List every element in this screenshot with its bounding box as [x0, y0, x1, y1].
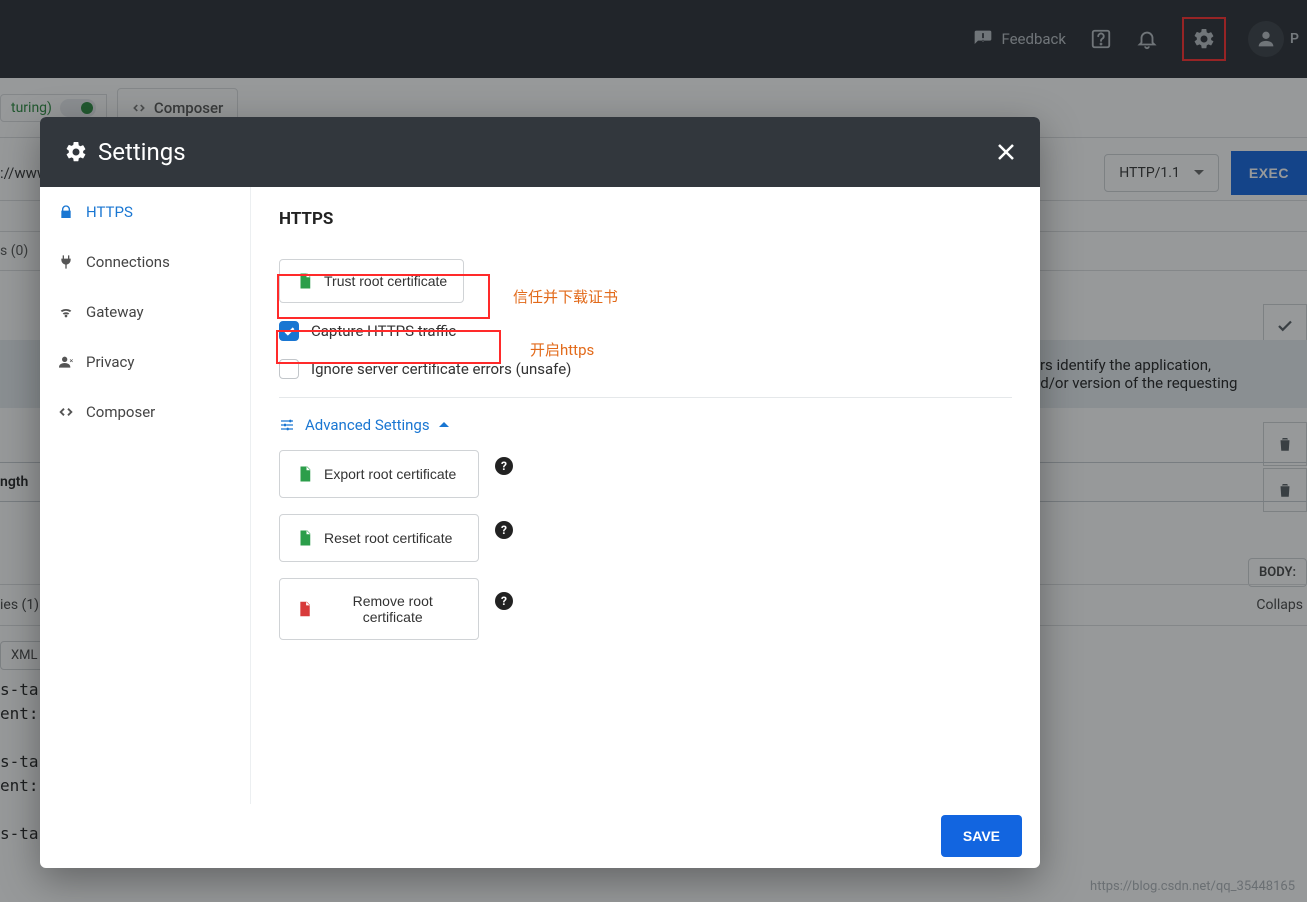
sidebar-item-label: Composer — [86, 403, 155, 421]
capture-https-row[interactable]: Capture HTTPS traffic — [279, 321, 1012, 341]
capture-https-label: Capture HTTPS traffic — [311, 322, 456, 340]
modal-header: Settings — [40, 117, 1040, 187]
chevron-up-icon — [438, 419, 450, 431]
reset-button-label: Reset root certificate — [324, 530, 452, 546]
capture-https-checkbox[interactable] — [279, 321, 299, 341]
reset-row: Reset root certificate ? — [279, 498, 1012, 562]
remove-root-certificate-button[interactable]: Remove root certificate — [279, 578, 479, 640]
panel-title: HTTPS — [279, 209, 1012, 229]
modal-body: HTTPS Connections Gateway Privacy Compos… — [40, 187, 1040, 804]
help-tooltip[interactable]: ? — [495, 592, 513, 610]
lock-icon — [58, 204, 74, 220]
modal-title-text: Settings — [98, 138, 186, 166]
ignore-errors-row[interactable]: Ignore server certificate errors (unsafe… — [279, 359, 1012, 379]
ignore-errors-label: Ignore server certificate errors (unsafe… — [311, 360, 571, 378]
close-button[interactable] — [996, 142, 1016, 162]
sidebar-item-label: Gateway — [86, 303, 144, 321]
code-icon — [58, 404, 74, 420]
save-button[interactable]: SAVE — [941, 815, 1022, 857]
ignore-errors-checkbox[interactable] — [279, 359, 299, 379]
certificate-icon — [296, 465, 314, 483]
settings-panel: HTTPS Trust root certificate Capture HTT… — [251, 187, 1040, 804]
gear-icon — [64, 140, 88, 164]
sidebar-item-privacy[interactable]: Privacy — [40, 337, 250, 387]
close-icon — [996, 142, 1016, 162]
plug-icon — [58, 254, 74, 270]
certificate-icon — [296, 600, 313, 618]
modal-footer: SAVE — [40, 804, 1040, 868]
remove-button-label: Remove root certificate — [323, 593, 462, 625]
sidebar-item-gateway[interactable]: Gateway — [40, 287, 250, 337]
annotation-trust: 信任并下载证书 — [513, 286, 618, 307]
export-root-certificate-button[interactable]: Export root certificate — [279, 450, 479, 498]
sliders-icon — [279, 417, 295, 433]
advanced-settings-toggle[interactable]: Advanced Settings — [279, 416, 1012, 434]
check-icon — [283, 325, 296, 338]
modal-title: Settings — [64, 138, 186, 166]
wifi-icon — [58, 304, 74, 320]
remove-row: Remove root certificate ? — [279, 562, 1012, 640]
sidebar-item-label: Connections — [86, 253, 170, 271]
sidebar-item-label: HTTPS — [86, 203, 133, 221]
help-tooltip[interactable]: ? — [495, 521, 513, 539]
sidebar-item-composer[interactable]: Composer — [40, 387, 250, 437]
sidebar-item-label: Privacy — [86, 353, 134, 371]
divider — [279, 397, 1012, 398]
advanced-settings-label: Advanced Settings — [305, 416, 430, 434]
trust-root-certificate-button[interactable]: Trust root certificate — [279, 259, 464, 303]
certificate-icon — [296, 272, 314, 290]
export-button-label: Export root certificate — [324, 466, 456, 482]
help-tooltip[interactable]: ? — [495, 457, 513, 475]
trust-button-label: Trust root certificate — [324, 273, 447, 289]
user-icon — [58, 354, 74, 370]
sidebar-item-connections[interactable]: Connections — [40, 237, 250, 287]
annotation-enable: 开启https — [530, 339, 594, 360]
certificate-icon — [296, 529, 314, 547]
sidebar-item-https[interactable]: HTTPS — [40, 187, 250, 237]
reset-root-certificate-button[interactable]: Reset root certificate — [279, 514, 479, 562]
settings-sidebar: HTTPS Connections Gateway Privacy Compos… — [40, 187, 251, 804]
export-row: Export root certificate ? — [279, 434, 1012, 498]
settings-modal: Settings HTTPS Connections Gateway Priva… — [40, 117, 1040, 868]
